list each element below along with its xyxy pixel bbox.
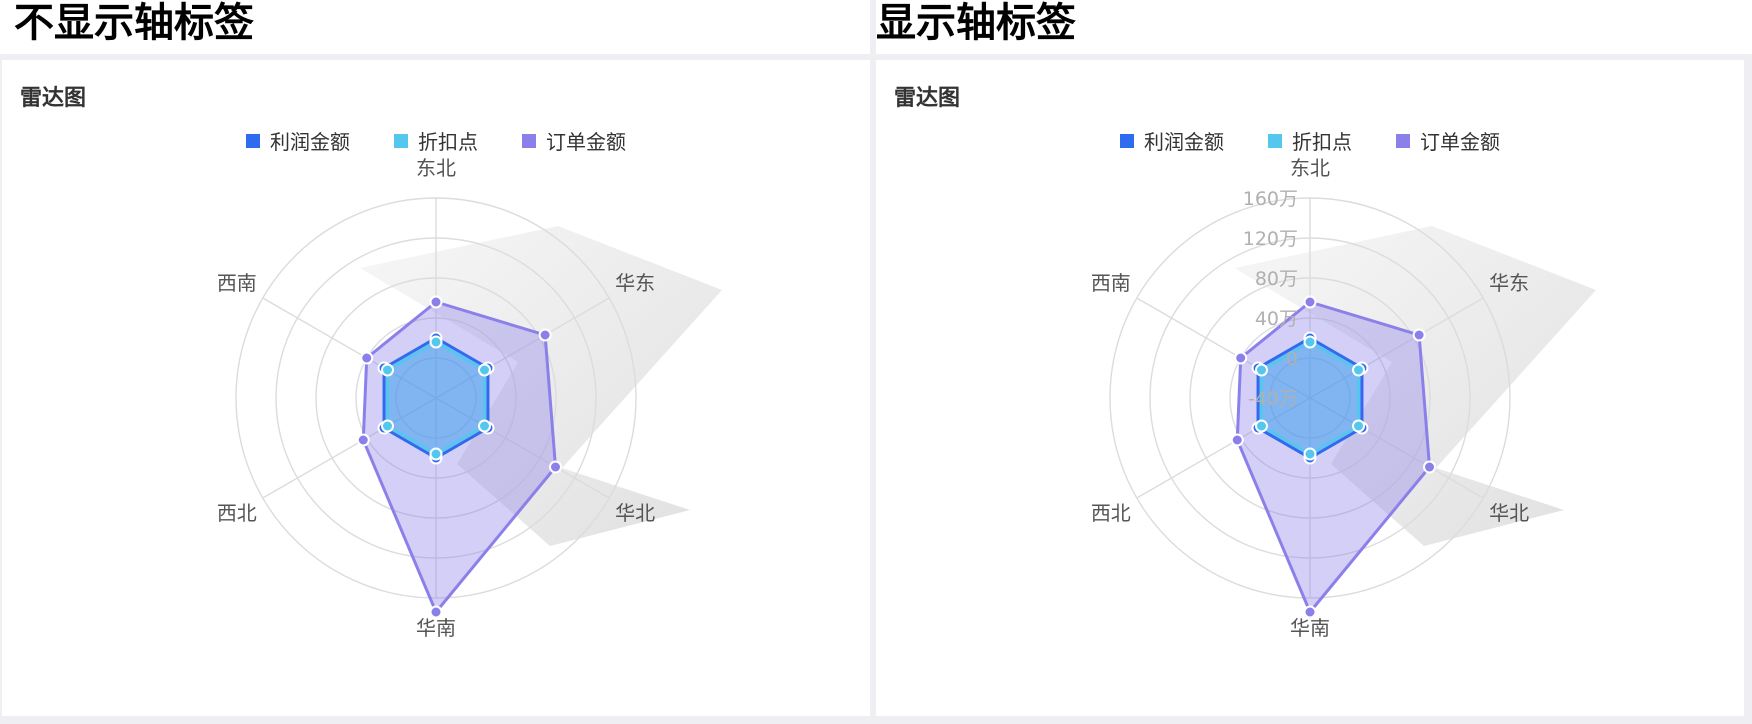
category-label: 西北 [1091,501,1131,525]
data-point [1412,328,1426,342]
radar-chart: 东北华东华北华南 西北 西南 -40万 0 40万 80万 120万 160万 [1091,156,1596,640]
data-point [381,419,395,433]
data-point [549,460,563,474]
category-label: 华东 [1489,271,1529,295]
heading-right: 显示轴标签 [876,0,1752,54]
data-point [1230,433,1244,447]
data-point [1303,335,1317,349]
axis-tick-label: 40万 [1255,308,1298,330]
data-point [429,335,443,349]
data-point [1351,363,1365,377]
category-label: 东北 [416,156,456,180]
category-label: 西南 [217,271,257,295]
series-area-2 [361,300,558,614]
data-point [477,363,491,377]
chart-panel-right: 雷达图 利润金额 折扣点 订单金额 东北 华东 华北 华南 西北 西南 -40万 0 40万 80… [876,60,1744,716]
category-label: 华北 [1489,501,1529,525]
axis-tick-label: 160万 [1243,188,1298,210]
series-area-2 [1235,300,1432,614]
data-point [429,295,443,309]
category-label: 华北 [615,501,655,525]
data-point [1255,363,1269,377]
data-point [1303,295,1317,309]
data-point [1423,460,1437,474]
category-label: 华南 [416,616,456,640]
data-point [1234,351,1248,365]
data-point [538,328,552,342]
axis-tick-label: 80万 [1255,268,1298,290]
data-point [356,433,370,447]
data-point [1351,419,1365,433]
data-point [360,351,374,365]
axis-tick-label: 0 [1286,348,1298,370]
data-point [381,363,395,377]
axis-tick-label: 120万 [1243,228,1298,250]
category-label: 华东 [615,271,655,295]
data-point [1255,419,1269,433]
radar-chart: 东北华东华北华南 西北 西南 [217,156,722,640]
data-point [429,447,443,461]
data-point [477,419,491,433]
category-label: 西南 [1091,271,1131,295]
chart-panel-left: 雷达图 利润金额 折扣点 订单金额 东北 华东 华北 华南 西北 西南 [2,60,870,716]
heading-left: 不显示轴标签 [0,0,870,54]
category-label: 东北 [1290,156,1330,180]
axis-tick-label: -40万 [1248,388,1298,410]
category-label: 西北 [217,501,257,525]
data-point [1303,447,1317,461]
category-label: 华南 [1290,616,1330,640]
